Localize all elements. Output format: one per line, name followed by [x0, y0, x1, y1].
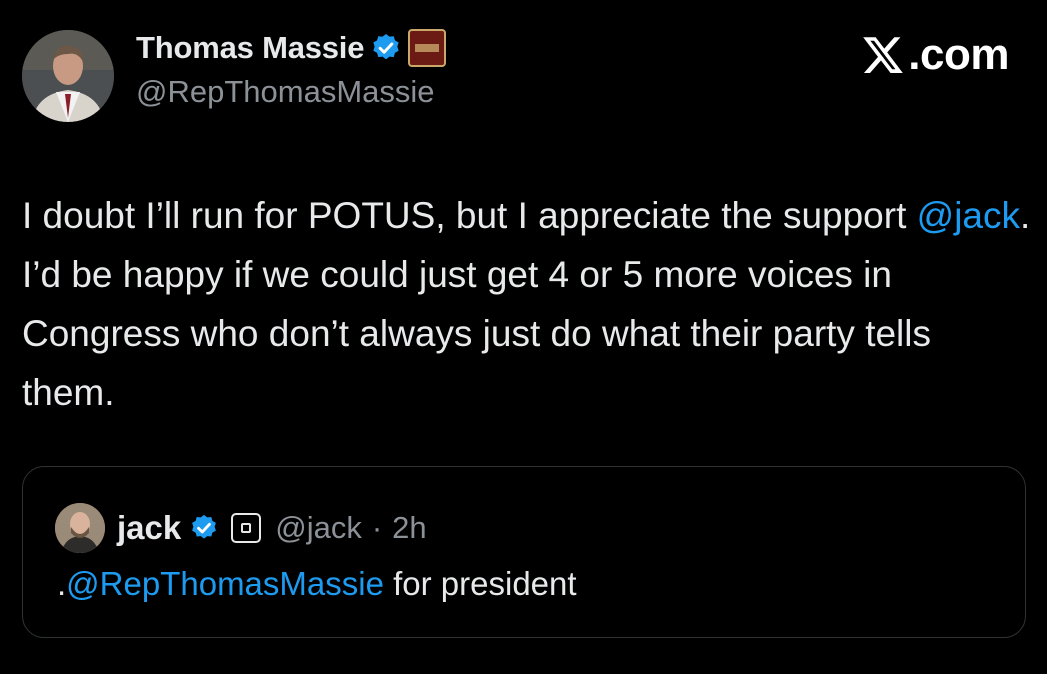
quoted-verified-badge-icon	[192, 514, 217, 539]
x-logo-icon	[863, 37, 904, 73]
author-name-row: Thomas Massie	[136, 28, 447, 68]
author-avatar[interactable]	[22, 30, 114, 122]
affiliation-badge-icon[interactable]	[408, 29, 447, 67]
quoted-tweet-card[interactable]: jack @jack · 2h .@RepThomasMassie for pr…	[22, 466, 1026, 638]
quoted-text-prefix: .	[57, 565, 67, 602]
square-affiliation-icon[interactable]	[231, 513, 262, 543]
quoted-mention-link[interactable]: @RepThomasMassie	[66, 565, 384, 602]
quoted-author-avatar[interactable]	[55, 503, 105, 553]
quoted-author-name[interactable]: jack	[117, 509, 181, 547]
author-avatar-image	[22, 30, 114, 122]
brand-domain: .com	[908, 30, 1009, 79]
author-name[interactable]: Thomas Massie	[136, 30, 364, 66]
quoted-author-handle[interactable]: @jack	[275, 510, 362, 546]
quoted-separator: ·	[371, 510, 383, 545]
quoted-text-suffix: for president	[383, 565, 577, 602]
x-brand: .com	[860, 30, 1009, 80]
quoted-timestamp[interactable]: 2h	[392, 510, 426, 546]
tweet-mention-link[interactable]: @jack	[917, 195, 1020, 236]
tweet-text-start: I doubt I’ll run for POTUS, but I apprec…	[22, 195, 917, 236]
quoted-avatar-image	[55, 503, 105, 553]
author-handle[interactable]: @RepThomasMassie	[136, 74, 435, 110]
tweet-text: I doubt I’ll run for POTUS, but I apprec…	[22, 186, 1032, 422]
verified-badge-icon	[373, 34, 399, 60]
quoted-author-row: jack @jack · 2h	[55, 503, 427, 553]
quoted-tweet-text: .@RepThomasMassie for president	[57, 565, 577, 603]
